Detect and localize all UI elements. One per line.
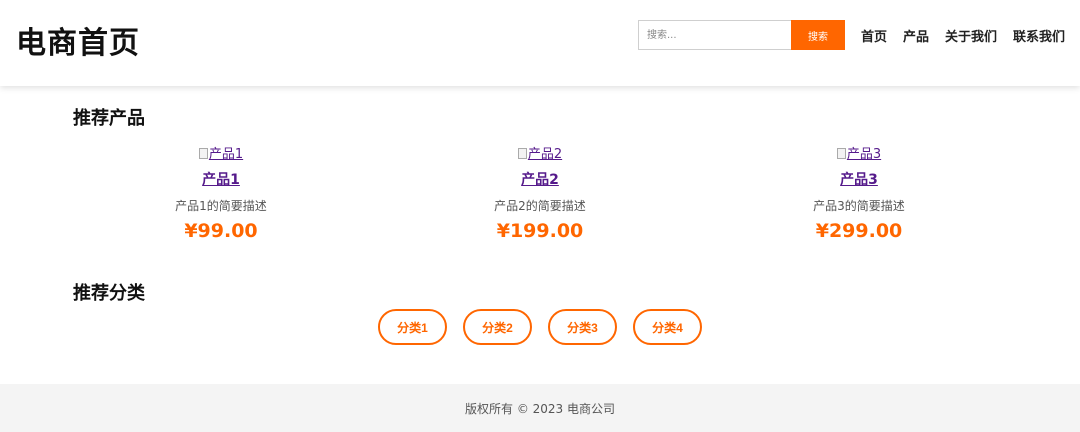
search-input[interactable] (638, 20, 792, 50)
product-description-3: 产品3的简要描述 (813, 199, 905, 213)
category-list: 分类1 分类2 分类3 分类4 (378, 309, 702, 345)
category-button-4[interactable]: 分类4 (633, 309, 702, 345)
product-image-3[interactable]: 产品3 (739, 143, 979, 162)
product-name-link-1[interactable]: 产品1 (101, 169, 341, 189)
category-button-1[interactable]: 分类1 (378, 309, 447, 345)
nav-home-link[interactable]: 首页 (861, 26, 887, 45)
product-description-2: 产品2的简要描述 (494, 199, 586, 213)
site-header: 电商首页 搜索 首页 产品 关于我们 联系我们 (0, 0, 1080, 86)
broken-image-icon (836, 148, 846, 159)
category-button-3[interactable]: 分类3 (548, 309, 617, 345)
products-section-title: 推荐产品 (73, 108, 145, 129)
categories-section-title: 推荐分类 (73, 283, 145, 304)
product-name-link-3[interactable]: 产品3 (739, 169, 979, 189)
product-image-1[interactable]: 产品1 (101, 143, 341, 162)
nav-contact-link[interactable]: 联系我们 (1013, 26, 1065, 45)
product-description-1: 产品1的简要描述 (175, 199, 267, 213)
product-price-2: ¥199.00 (496, 220, 584, 242)
main-nav: 首页 产品 关于我们 联系我们 (861, 26, 1065, 45)
product-price-3: ¥299.00 (815, 220, 903, 242)
broken-image-icon (198, 148, 208, 159)
product-card-1: 产品1 产品1 产品1的简要描述 ¥99.00 (101, 143, 341, 242)
product-price-1: ¥99.00 (184, 220, 258, 242)
search-button[interactable]: 搜索 (791, 20, 845, 50)
nav-products-link[interactable]: 产品 (903, 26, 929, 45)
category-button-2[interactable]: 分类2 (463, 309, 532, 345)
product-name-link-2[interactable]: 产品2 (420, 169, 660, 189)
product-card-2: 产品2 产品2 产品2的简要描述 ¥199.00 (420, 143, 660, 242)
product-card-3: 产品3 产品3 产品3的简要描述 ¥299.00 (739, 143, 979, 242)
nav-about-link[interactable]: 关于我们 (945, 26, 997, 45)
broken-image-icon (517, 148, 527, 159)
copyright-text: 版权所有 © 2023 电商公司 (465, 401, 615, 416)
site-footer: 版权所有 © 2023 电商公司 (0, 384, 1080, 432)
product-image-2[interactable]: 产品2 (420, 143, 660, 162)
site-logo: 电商首页 (16, 26, 140, 61)
